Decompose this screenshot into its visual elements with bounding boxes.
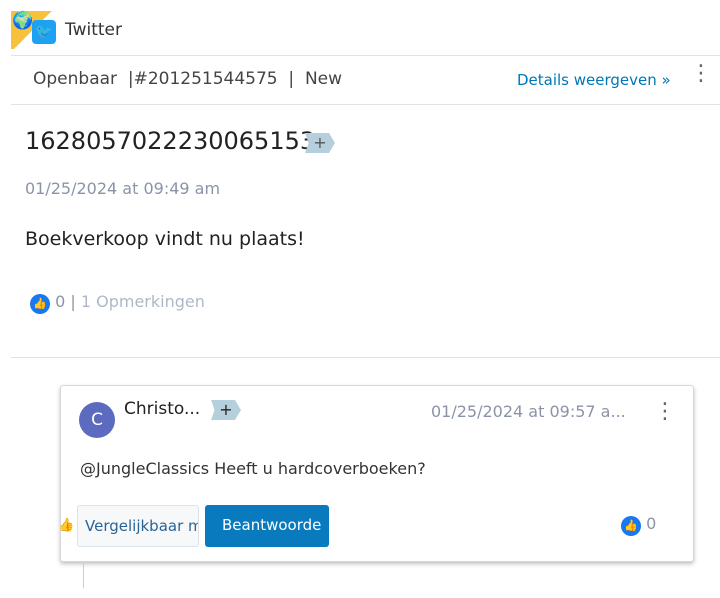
divider xyxy=(11,104,720,105)
comments-link[interactable]: 1 Opmerkingen xyxy=(81,292,205,311)
thumbs-up-outline-icon: 👍 xyxy=(58,518,75,533)
twitter-icon: 🐦 xyxy=(32,20,56,44)
post-stats: 👍 0 | 1 Opmerkingen xyxy=(30,292,205,314)
post-timestamp: 01/25/2024 at 09:49 am xyxy=(25,179,221,198)
reply-button[interactable]: Beantwoorde xyxy=(205,505,329,547)
more-options-icon[interactable]: ⋮ xyxy=(690,63,712,85)
like-icon[interactable]: 👍 xyxy=(621,516,641,536)
comment-more-icon[interactable]: ⋮ xyxy=(654,401,676,423)
like-count: 0 xyxy=(55,292,66,311)
ticket-meta: Openbaar |#201251544575 | New xyxy=(33,69,343,89)
similar-button[interactable]: Vergelijkbaar m xyxy=(77,505,199,547)
add-tag-button[interactable]: + xyxy=(211,400,241,420)
thread-line xyxy=(83,563,84,588)
channel-name: Twitter xyxy=(65,20,122,40)
details-link[interactable]: Details weergeven » xyxy=(517,71,671,89)
like-icon[interactable]: 👍 xyxy=(30,294,50,314)
like-count: 0 xyxy=(646,514,657,533)
add-tag-button[interactable]: + xyxy=(305,133,335,153)
chevron-double-down-icon: » xyxy=(661,71,671,89)
comment-timestamp: 01/25/2024 at 09:57 a... xyxy=(431,402,626,421)
comment-card: C Christo... + 01/25/2024 at 09:57 a... … xyxy=(58,385,694,562)
post-text: Boekverkoop vindt nu plaats! xyxy=(25,228,305,250)
post-id: 1628057022230065153 xyxy=(25,127,316,155)
ticket-number: #201251544575 xyxy=(133,69,278,89)
comment-author[interactable]: Christo... xyxy=(124,399,200,419)
divider xyxy=(11,357,720,358)
status: New xyxy=(304,69,343,89)
comment-likes: 👍 0 xyxy=(621,514,656,536)
visibility: Openbaar xyxy=(33,69,118,89)
comment-text: @JungleClassics Heeft u hardcoverboeken? xyxy=(80,459,426,478)
globe-icon: 🌍 xyxy=(12,11,34,31)
divider xyxy=(11,55,720,56)
avatar: C xyxy=(79,402,115,438)
